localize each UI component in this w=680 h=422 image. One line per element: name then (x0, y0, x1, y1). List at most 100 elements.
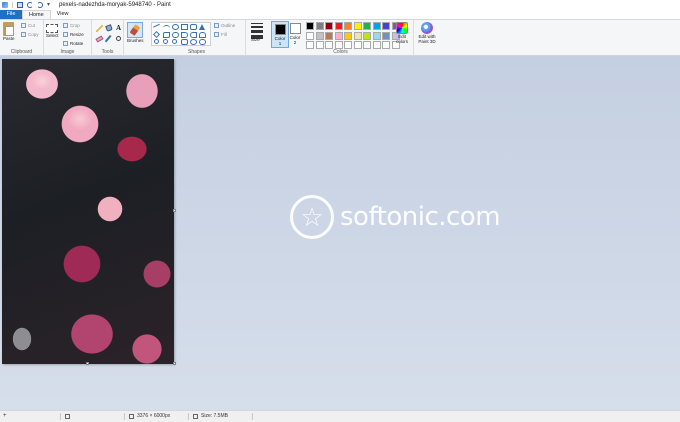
canvas-image[interactable] (2, 59, 174, 364)
canvas-resize-handle[interactable] (173, 362, 176, 365)
triangle-shape-icon[interactable] (199, 24, 205, 30)
rotate-icon (63, 41, 68, 46)
diamond-shape-icon[interactable] (152, 30, 161, 39)
callout-rect-shape-icon[interactable] (181, 39, 188, 45)
rectangle-shape-icon[interactable] (181, 24, 188, 30)
shapes-group: Outline Fill Shapes (148, 20, 246, 56)
palette-swatch[interactable] (315, 41, 324, 49)
palette-swatch[interactable] (382, 41, 390, 49)
palette-swatch[interactable] (372, 31, 381, 40)
fill-button[interactable]: Fill (214, 32, 227, 37)
clipboard-group-label: Clipboard (10, 49, 33, 55)
outline-icon (214, 23, 219, 28)
paste-button[interactable]: Paste (3, 22, 15, 41)
copy-icon (21, 32, 26, 37)
palette-swatch[interactable] (306, 31, 314, 40)
line-shape-icon[interactable] (153, 23, 162, 33)
color-palette (306, 22, 400, 49)
arrow-up-shape-icon[interactable] (199, 32, 206, 38)
size-label: Size (251, 37, 260, 42)
text-tool-icon[interactable]: A (115, 25, 122, 32)
rotate-button[interactable]: Rotate (63, 41, 83, 46)
tab-file[interactable]: File (0, 10, 22, 19)
edit-colors-icon (396, 22, 408, 34)
image-dimensions-text: 3376 × 6000px (137, 413, 171, 419)
palette-swatch[interactable] (325, 41, 333, 49)
pencil-icon[interactable] (96, 25, 103, 32)
edit-with-paint3d-button[interactable]: Edit with Paint 3D (415, 22, 439, 44)
rounded-rectangle-shape-icon[interactable] (190, 24, 197, 30)
canvas-area[interactable]: softonic.com (0, 56, 680, 410)
hexagon-shape-icon[interactable] (172, 32, 179, 38)
palette-swatch[interactable] (325, 31, 333, 40)
callout-oval-shape-icon[interactable] (190, 39, 197, 45)
undo-icon[interactable] (27, 2, 33, 8)
palette-swatch[interactable] (382, 31, 390, 40)
shapes-gallery[interactable] (151, 22, 211, 46)
crop-button[interactable]: Crop (63, 23, 80, 28)
palette-swatch[interactable] (334, 31, 343, 40)
palette-swatch[interactable] (353, 41, 362, 49)
star5-shape-icon[interactable] (163, 39, 168, 44)
palette-swatch[interactable] (306, 41, 314, 49)
canvas-resize-handle-bottom[interactable] (86, 362, 89, 365)
palette-swatch[interactable] (315, 31, 324, 40)
tab-home[interactable]: Home (22, 10, 51, 19)
palette-swatch[interactable] (334, 41, 343, 49)
palette-swatch[interactable] (382, 22, 390, 30)
palette-swatch[interactable] (344, 31, 352, 40)
cut-button[interactable]: Cut (21, 23, 35, 28)
resize-icon (63, 32, 68, 37)
color2-button[interactable]: Color 2 (289, 23, 301, 45)
select-button[interactable]: Select (46, 24, 59, 38)
palette-swatch[interactable] (344, 41, 352, 49)
palette-swatch[interactable] (372, 41, 381, 49)
redo-icon[interactable] (37, 2, 43, 8)
color1-swatch (274, 24, 286, 35)
resize-button[interactable]: Resize (63, 32, 84, 37)
paint-app-icon[interactable] (2, 2, 8, 8)
heart-shape-icon[interactable] (199, 39, 206, 45)
outline-button[interactable]: Outline (214, 23, 235, 28)
palette-swatch[interactable] (363, 41, 371, 49)
palette-swatch[interactable] (344, 22, 352, 30)
pentagon-shape-icon[interactable] (163, 32, 170, 38)
palette-swatch[interactable] (372, 22, 381, 30)
tab-view[interactable]: View (51, 10, 75, 19)
brushes-group: Brushes (124, 20, 148, 56)
palette-swatch[interactable] (306, 22, 314, 30)
ribbon: Paste Cut Copy Clipboard Select Crop Res… (0, 19, 680, 56)
fill-label: Fill (221, 32, 227, 37)
palette-swatch[interactable] (363, 22, 371, 30)
cursor-position-icon: + (3, 413, 7, 419)
star-shape-icon[interactable] (154, 39, 159, 44)
size-button[interactable]: Size (251, 37, 260, 42)
file-size: Size: 7.5MB (193, 411, 228, 422)
color-picker-icon[interactable] (104, 34, 113, 44)
palette-swatch[interactable] (325, 22, 333, 30)
quick-access-separator (12, 2, 13, 8)
arrow-right-shape-icon[interactable] (181, 32, 188, 38)
eraser-icon[interactable] (95, 35, 104, 43)
oval-shape-icon[interactable] (172, 24, 179, 30)
customize-caret-icon[interactable]: ▾ (47, 2, 53, 8)
palette-swatch[interactable] (315, 22, 324, 30)
copy-button[interactable]: Copy (21, 32, 39, 37)
color1-button[interactable]: Color 1 (271, 21, 289, 48)
fill-bucket-icon[interactable] (105, 24, 113, 32)
magnifier-icon[interactable] (116, 36, 121, 41)
palette-swatch[interactable] (353, 31, 362, 40)
star6-shape-icon[interactable] (172, 39, 177, 44)
status-bar: + 3376 × 6000px Size: 7.5MB (0, 410, 680, 422)
tools-group-label: Tools (101, 49, 114, 55)
palette-swatch[interactable] (353, 22, 362, 30)
palette-swatch[interactable] (334, 22, 343, 30)
curve-shape-icon[interactable] (163, 25, 170, 31)
copy-label: Copy (28, 32, 39, 37)
brushes-button[interactable]: Brushes (127, 22, 144, 43)
palette-swatch[interactable] (363, 31, 371, 40)
canvas-resize-handle-right[interactable] (173, 209, 176, 212)
arrow-left-shape-icon[interactable] (190, 32, 197, 38)
save-icon[interactable] (17, 2, 23, 8)
edit-colors-button[interactable]: Edit colors (394, 22, 410, 44)
